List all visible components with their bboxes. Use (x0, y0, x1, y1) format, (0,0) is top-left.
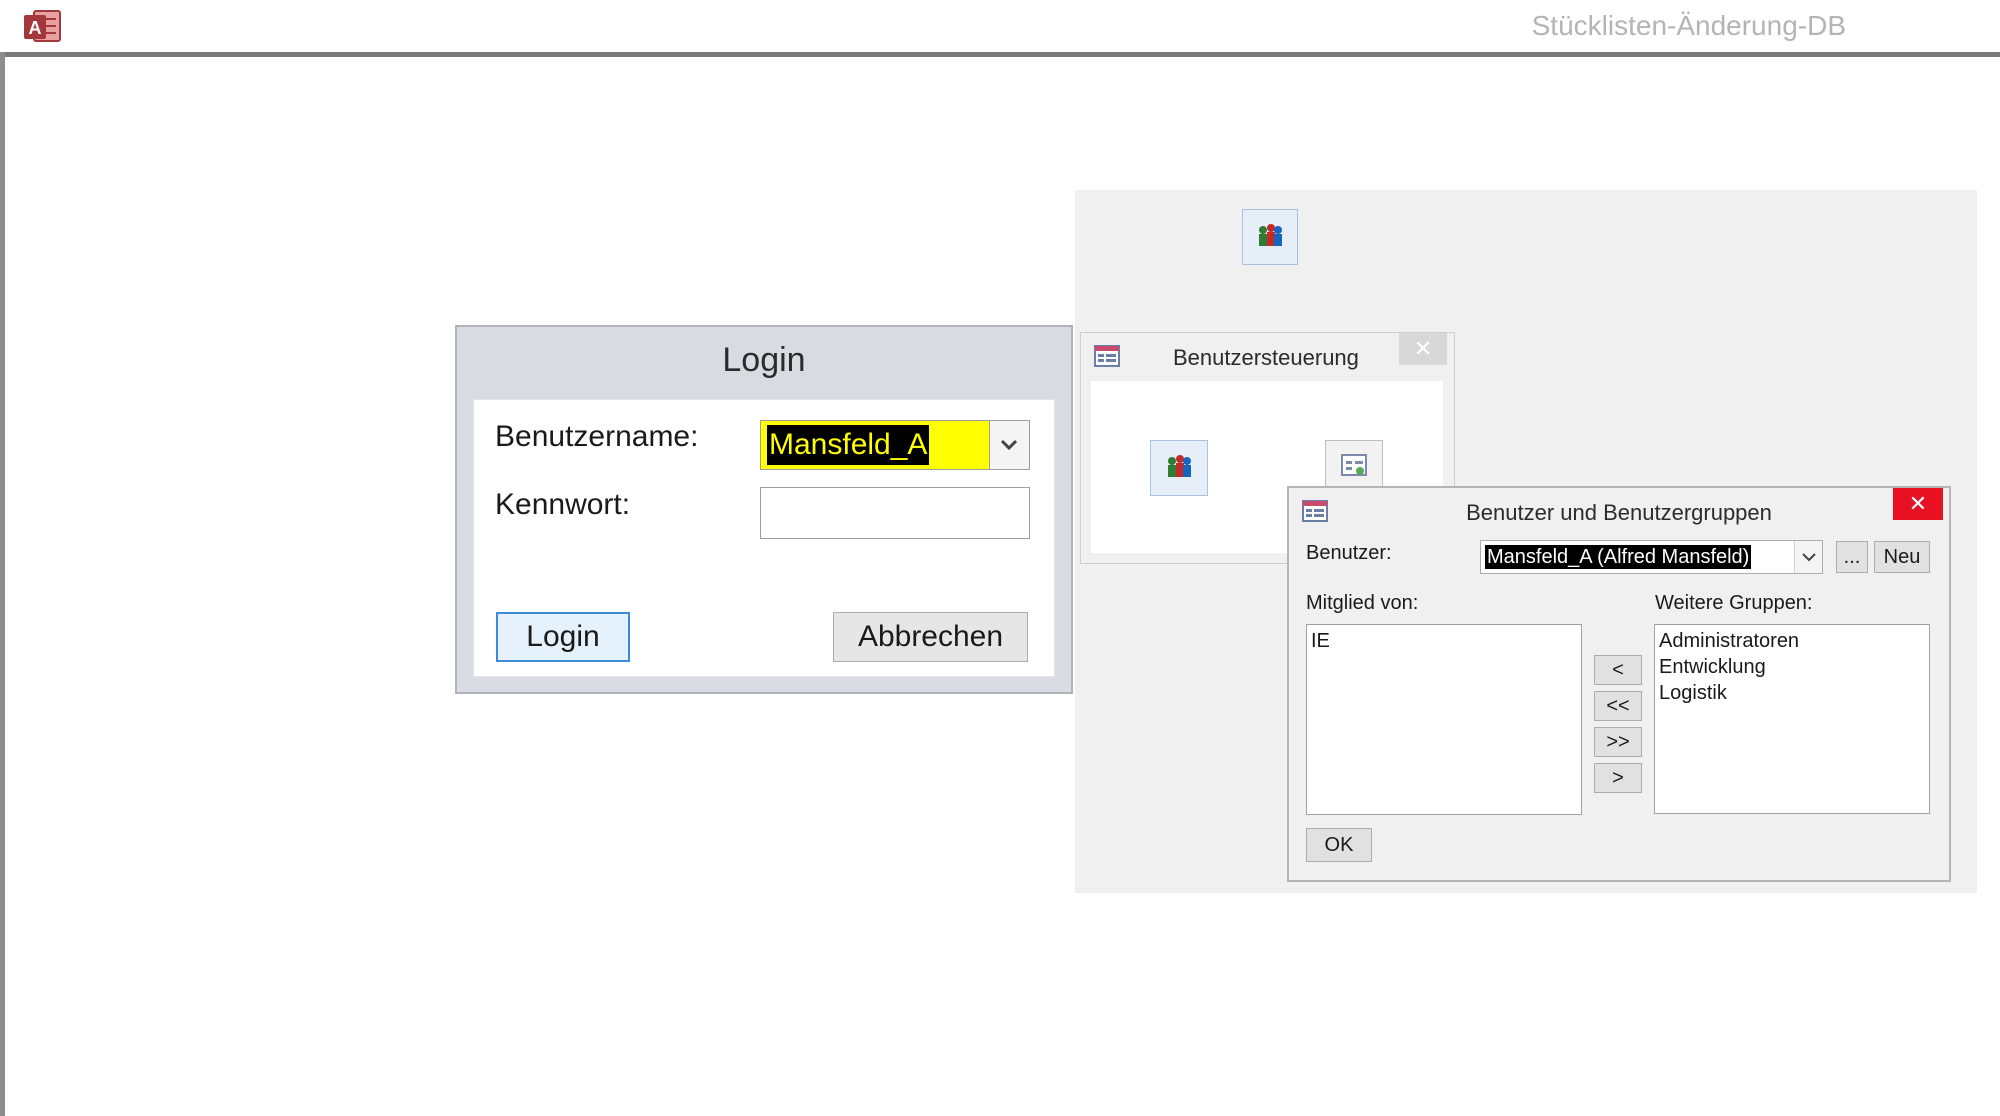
benutzer-label: Benutzer: (1306, 542, 1392, 564)
form-icon (1094, 345, 1120, 367)
username-dropdown-button[interactable] (989, 421, 1029, 469)
list-item[interactable]: Entwicklung (1655, 654, 1929, 680)
new-user-button[interactable]: Neu (1874, 541, 1930, 573)
users-icon-button[interactable] (1242, 209, 1298, 265)
list-item[interactable]: IE (1307, 628, 1581, 654)
move-all-left-button[interactable]: << (1594, 691, 1642, 721)
user-groups-title: Benutzer und Benutzergruppen (1466, 500, 1772, 525)
form-open-button[interactable] (1325, 440, 1383, 490)
username-combobox[interactable]: Mansfeld_A (760, 420, 1030, 470)
title-bar-divider (0, 52, 2000, 57)
user-groups-close-button[interactable]: ✕ (1893, 488, 1943, 520)
list-item[interactable]: Logistik (1655, 680, 1929, 706)
login-button[interactable]: Login (496, 612, 630, 662)
app-title: Stücklisten-Änderung-DB (1531, 10, 1846, 41)
browse-button[interactable]: ... (1836, 541, 1868, 573)
move-all-right-button[interactable]: >> (1594, 727, 1642, 757)
users-icon (1259, 224, 1282, 246)
chevron-down-icon (1802, 553, 1816, 562)
member-of-listbox[interactable]: IE (1306, 624, 1582, 815)
svg-text:A: A (29, 18, 42, 38)
password-field[interactable] (760, 487, 1030, 539)
password-label: Kennwort: (495, 488, 631, 521)
users-icon (1168, 455, 1191, 477)
list-item[interactable]: Administratoren (1655, 628, 1929, 654)
form-icon (1341, 454, 1367, 476)
member-of-label: Mitglied von: (1306, 592, 1419, 614)
access-logo-icon: A (22, 8, 62, 44)
username-label: Benutzername: (495, 420, 699, 453)
benutzer-combobox[interactable]: Mansfeld_A (Alfred Mansfeld) (1480, 540, 1823, 574)
move-one-left-button[interactable]: < (1594, 655, 1642, 685)
window-left-border (0, 52, 5, 1116)
ok-button[interactable]: OK (1306, 828, 1372, 862)
username-value: Mansfeld_A (767, 425, 930, 465)
move-one-right-button[interactable]: > (1594, 763, 1642, 793)
chevron-down-icon (1000, 439, 1018, 451)
login-title: Login (722, 341, 806, 379)
other-groups-label: Weitere Gruppen: (1655, 592, 1813, 614)
user-control-close-button[interactable]: ✕ (1399, 333, 1447, 365)
benutzer-value: Mansfeld_A (Alfred Mansfeld) (1485, 545, 1752, 569)
user-groups-button[interactable] (1150, 440, 1208, 496)
other-groups-listbox[interactable]: Administratoren Entwicklung Logistik (1654, 624, 1930, 814)
benutzer-dropdown-button[interactable] (1794, 541, 1822, 573)
cancel-button[interactable]: Abbrechen (833, 612, 1028, 662)
user-control-title: Benutzersteuerung (1173, 345, 1359, 370)
